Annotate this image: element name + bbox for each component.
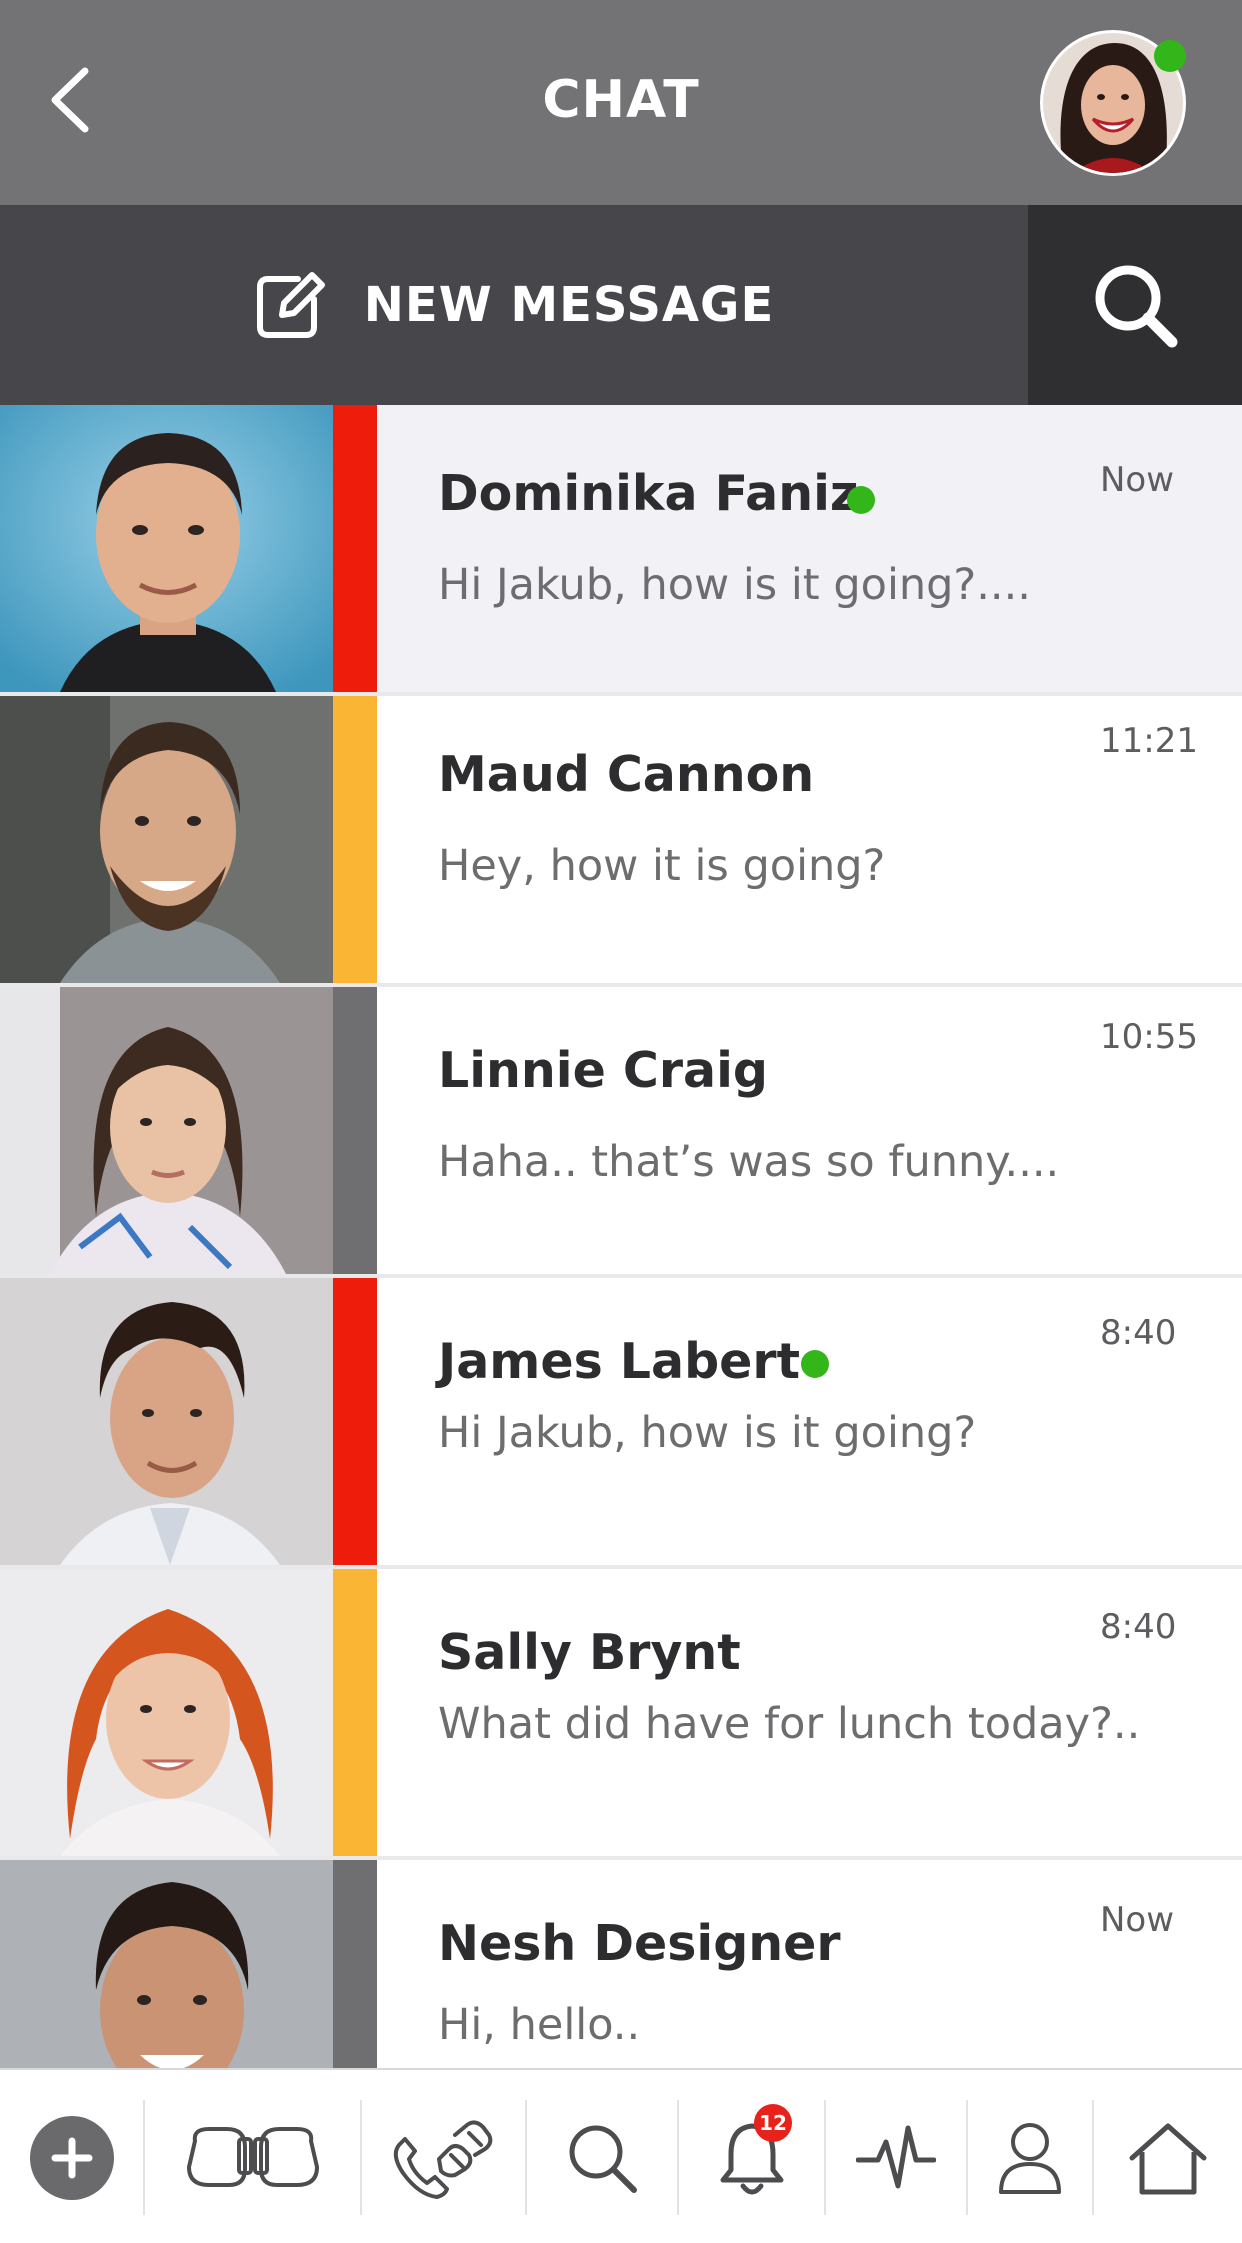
search-button[interactable] <box>1028 205 1242 405</box>
notification-badge: 12 <box>754 2104 792 2142</box>
activity-icon <box>856 2125 936 2188</box>
contact-photo <box>0 405 333 692</box>
contact-photo <box>0 987 333 1274</box>
priority-stripe <box>333 696 377 983</box>
contact-name: Nesh Designer <box>438 1915 841 1972</box>
chat-row-maud-cannon[interactable]: Maud Cannon 11:21 Hey, how it is going? <box>0 696 1242 983</box>
contact-name: James Labert <box>438 1333 800 1390</box>
nav-add-button[interactable] <box>0 2070 143 2243</box>
message-preview: Hi, hello.. <box>438 2000 641 2050</box>
priority-stripe <box>333 1278 377 1565</box>
chat-row-linnie-craig[interactable]: Linnie Craig 10:55 Haha.. that’s was so … <box>0 987 1242 1274</box>
message-preview: Hi Jakub, how is it going?.... <box>438 560 1031 610</box>
nav-gloves-button[interactable] <box>145 2070 360 2243</box>
contact-name: Maud Cannon <box>438 746 815 803</box>
online-indicator <box>847 486 875 514</box>
home-icon <box>1129 2123 1207 2194</box>
contact-photo <box>0 1569 333 1856</box>
priority-stripe <box>333 1860 377 2068</box>
priority-stripe <box>333 405 377 692</box>
priority-stripe <box>333 987 377 1274</box>
bottom-nav: 12 <box>0 2068 1242 2243</box>
nav-call-button[interactable] <box>362 2070 525 2243</box>
contact-photo <box>0 1860 333 2068</box>
message-preview: Haha.. that’s was so funny.... <box>438 1137 1060 1187</box>
new-message-label: NEW MESSAGE <box>363 277 775 333</box>
user-icon <box>999 2122 1061 2194</box>
phone-gloves-icon <box>393 2119 492 2199</box>
boxing-gloves-icon <box>186 2126 319 2187</box>
contact-name: Linnie Craig <box>438 1042 768 1099</box>
message-time: 11:21 <box>1100 721 1198 761</box>
plus-circle-icon <box>29 2115 114 2200</box>
search-icon <box>1095 265 1178 348</box>
chat-row-sally-brynt[interactable]: Sally Brynt 8:40 What did have for lunch… <box>0 1569 1242 1856</box>
chat-row-nesh-designer[interactable]: Nesh Designer Now Hi, hello.. <box>0 1860 1242 2068</box>
nav-search-button[interactable] <box>527 2070 677 2243</box>
chat-row-dominika-faniz[interactable]: Dominika Faniz Now Hi Jakub, how is it g… <box>0 405 1242 692</box>
message-time: Now <box>1100 1900 1175 1940</box>
contact-name: Dominika Faniz <box>438 465 859 522</box>
message-time: 8:40 <box>1100 1313 1177 1353</box>
chat-row-james-labert[interactable]: James Labert 8:40 Hi Jakub, how is it go… <box>0 1278 1242 1565</box>
search-icon <box>569 2125 637 2193</box>
nav-home-button[interactable] <box>1094 2070 1242 2243</box>
chat-list: Dominika Faniz Now Hi Jakub, how is it g… <box>0 405 1242 2068</box>
message-preview: Hi Jakub, how is it going? <box>438 1408 977 1458</box>
edit-icon <box>256 272 325 338</box>
contact-photo <box>0 1278 333 1565</box>
contact-name: Sally Brynt <box>438 1624 741 1681</box>
nav-notifications-button[interactable]: 12 <box>679 2070 824 2243</box>
nav-activity-button[interactable] <box>826 2070 966 2243</box>
nav-profile-button[interactable] <box>968 2070 1092 2243</box>
message-preview: What did have for lunch today?.. <box>438 1699 1141 1749</box>
message-preview: Hey, how it is going? <box>438 841 886 891</box>
message-time: Now <box>1100 460 1175 500</box>
message-time: 10:55 <box>1100 1017 1198 1057</box>
new-message-button[interactable]: NEW MESSAGE <box>0 205 1028 405</box>
priority-stripe <box>333 1569 377 1856</box>
online-indicator <box>801 1350 829 1378</box>
profile-online-indicator <box>1154 40 1186 72</box>
message-time: 8:40 <box>1100 1607 1177 1647</box>
action-bar: NEW MESSAGE <box>0 205 1242 405</box>
app-header: CHAT <box>0 0 1242 205</box>
contact-photo <box>0 696 333 983</box>
